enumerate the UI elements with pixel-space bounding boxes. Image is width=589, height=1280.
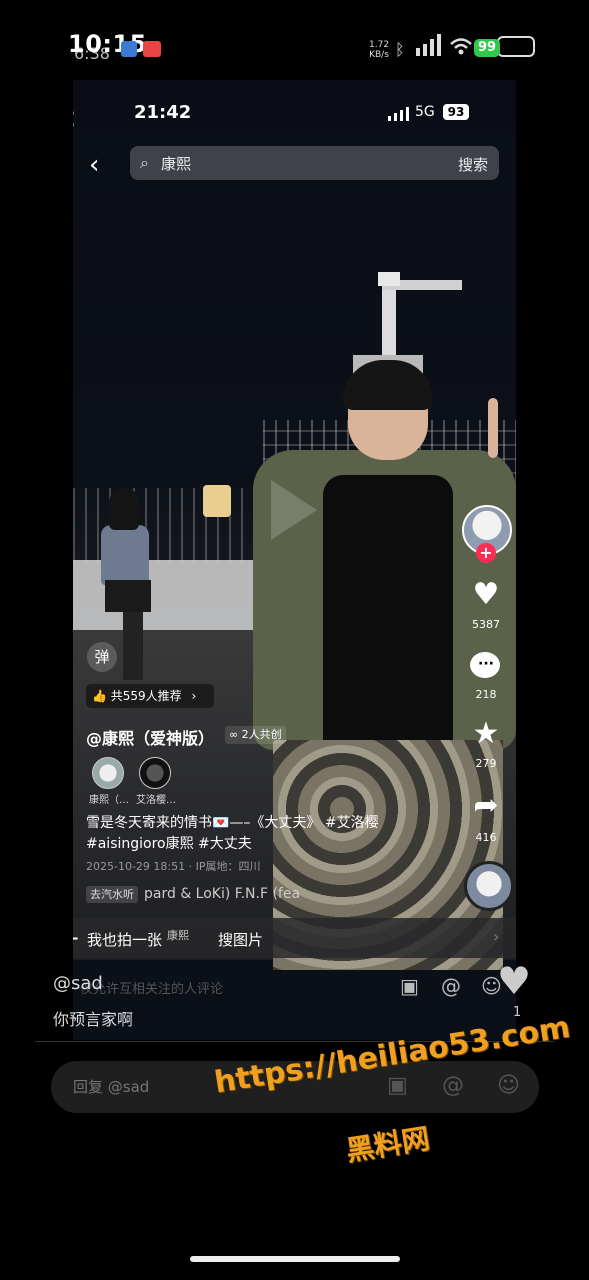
- back-icon[interactable]: ‹: [73, 98, 77, 138]
- image-icon[interactable]: ▣: [387, 1073, 408, 1098]
- music-tag[interactable]: 去汽水听: [86, 886, 138, 903]
- emoji-icon[interactable]: ☺: [497, 1073, 520, 1098]
- share-count: 416: [475, 831, 497, 844]
- plus-icon[interactable]: +: [73, 924, 80, 952]
- comment-text: 你预言家啊: [53, 1010, 134, 1029]
- scene-person: [123, 610, 143, 680]
- music-row[interactable]: 去汽水听 pard & LoKi) F.N.F (fea: [86, 886, 301, 903]
- play-icon[interactable]: [271, 480, 317, 540]
- author-name[interactable]: @康熙（爱神版）: [86, 725, 214, 749]
- recommend-badge[interactable]: 👍 共559人推荐 ›: [86, 684, 214, 708]
- battery-level: 99: [474, 39, 500, 57]
- music-text: pard & LoKi) F.N.F (fea: [144, 886, 301, 902]
- cocreator-name: 艾洛樱…: [136, 795, 176, 806]
- like-count: 5387: [472, 618, 500, 631]
- bluetooth-icon: ᛒ: [395, 40, 405, 59]
- inner-time: 21:42: [134, 102, 192, 123]
- signal-icon: [416, 34, 441, 56]
- watermark-name: 黑料网: [343, 1121, 432, 1168]
- music-disc[interactable]: [464, 861, 514, 911]
- share-icon[interactable]: ➦: [466, 788, 506, 823]
- search-button[interactable]: 搜索: [458, 154, 488, 175]
- search-input[interactable]: [161, 154, 431, 172]
- comment-user[interactable]: @sad: [53, 973, 103, 994]
- wifi-icon: [450, 38, 472, 55]
- net-speed: 1.72 KB/s: [369, 40, 390, 60]
- favorite-count: 279: [475, 757, 497, 770]
- thumbs-up-icon: 👍: [92, 689, 107, 703]
- scene-person: [105, 580, 151, 612]
- scene-cup: [203, 485, 231, 517]
- cocreator-avatar[interactable]: [139, 757, 171, 789]
- search-back-icon[interactable]: ‹: [89, 150, 99, 180]
- battery-level: 93: [443, 104, 469, 120]
- at-icon[interactable]: @: [442, 1073, 464, 1098]
- network-type: 5G: [415, 104, 435, 120]
- app-icon: [121, 41, 137, 57]
- at-icon[interactable]: @: [441, 974, 461, 998]
- cocreator-name: 康熙（…: [89, 795, 129, 806]
- link-icon: ∞: [229, 728, 239, 741]
- image-icon[interactable]: ▣: [400, 974, 419, 998]
- shoot-button[interactable]: 我也拍一张: [87, 929, 162, 950]
- outer-status-bar: 6:38 10:15 1.72 KB/s ᛒ 99: [0, 0, 589, 80]
- scene-person: [323, 475, 453, 765]
- comment-dots: ···: [478, 656, 494, 672]
- favorite-icon[interactable]: ★: [466, 716, 506, 751]
- comment-count: 218: [475, 688, 497, 701]
- scene-person: [488, 398, 498, 458]
- cocreator-avatar[interactable]: [92, 757, 124, 789]
- search-icon: ⌕: [140, 153, 149, 172]
- app-icon: [143, 41, 161, 57]
- danmaku-button[interactable]: 弹: [87, 642, 117, 672]
- video-description: 雪是冬天寄来的情书💌—–《大丈夫》 #艾洛樱 #aisingioro康熙 #大丈…: [86, 815, 379, 852]
- comment-like-icon[interactable]: ♥: [497, 959, 531, 1003]
- scene-person: [101, 525, 149, 585]
- home-indicator[interactable]: [190, 1256, 400, 1262]
- follow-button[interactable]: +: [476, 543, 496, 563]
- scene-pole: [378, 272, 400, 286]
- cocreate-badge[interactable]: ∞ 2人共创: [225, 726, 286, 744]
- like-icon[interactable]: ♥: [466, 577, 506, 612]
- recommend-label: 共559人推荐: [110, 689, 182, 703]
- chevron-right-icon[interactable]: ›: [493, 927, 499, 946]
- signal-icon: [388, 107, 409, 121]
- cocreate-label: 2人共创: [241, 728, 282, 741]
- scene-person: [109, 488, 139, 530]
- post-meta: 2025-10-29 18:51 · IP属地：四川: [86, 860, 261, 873]
- image-search-button[interactable]: 搜图片: [218, 929, 263, 950]
- video-screen[interactable]: ‹ 21:42 5G 93 ‹ ⌕ 搜索 + ♥ 5387 ··· 218 ★ …: [73, 80, 516, 1040]
- chevron-right-icon: ›: [191, 689, 197, 703]
- battery-icon: [497, 36, 535, 57]
- search-chip[interactable]: 康熙: [167, 927, 189, 943]
